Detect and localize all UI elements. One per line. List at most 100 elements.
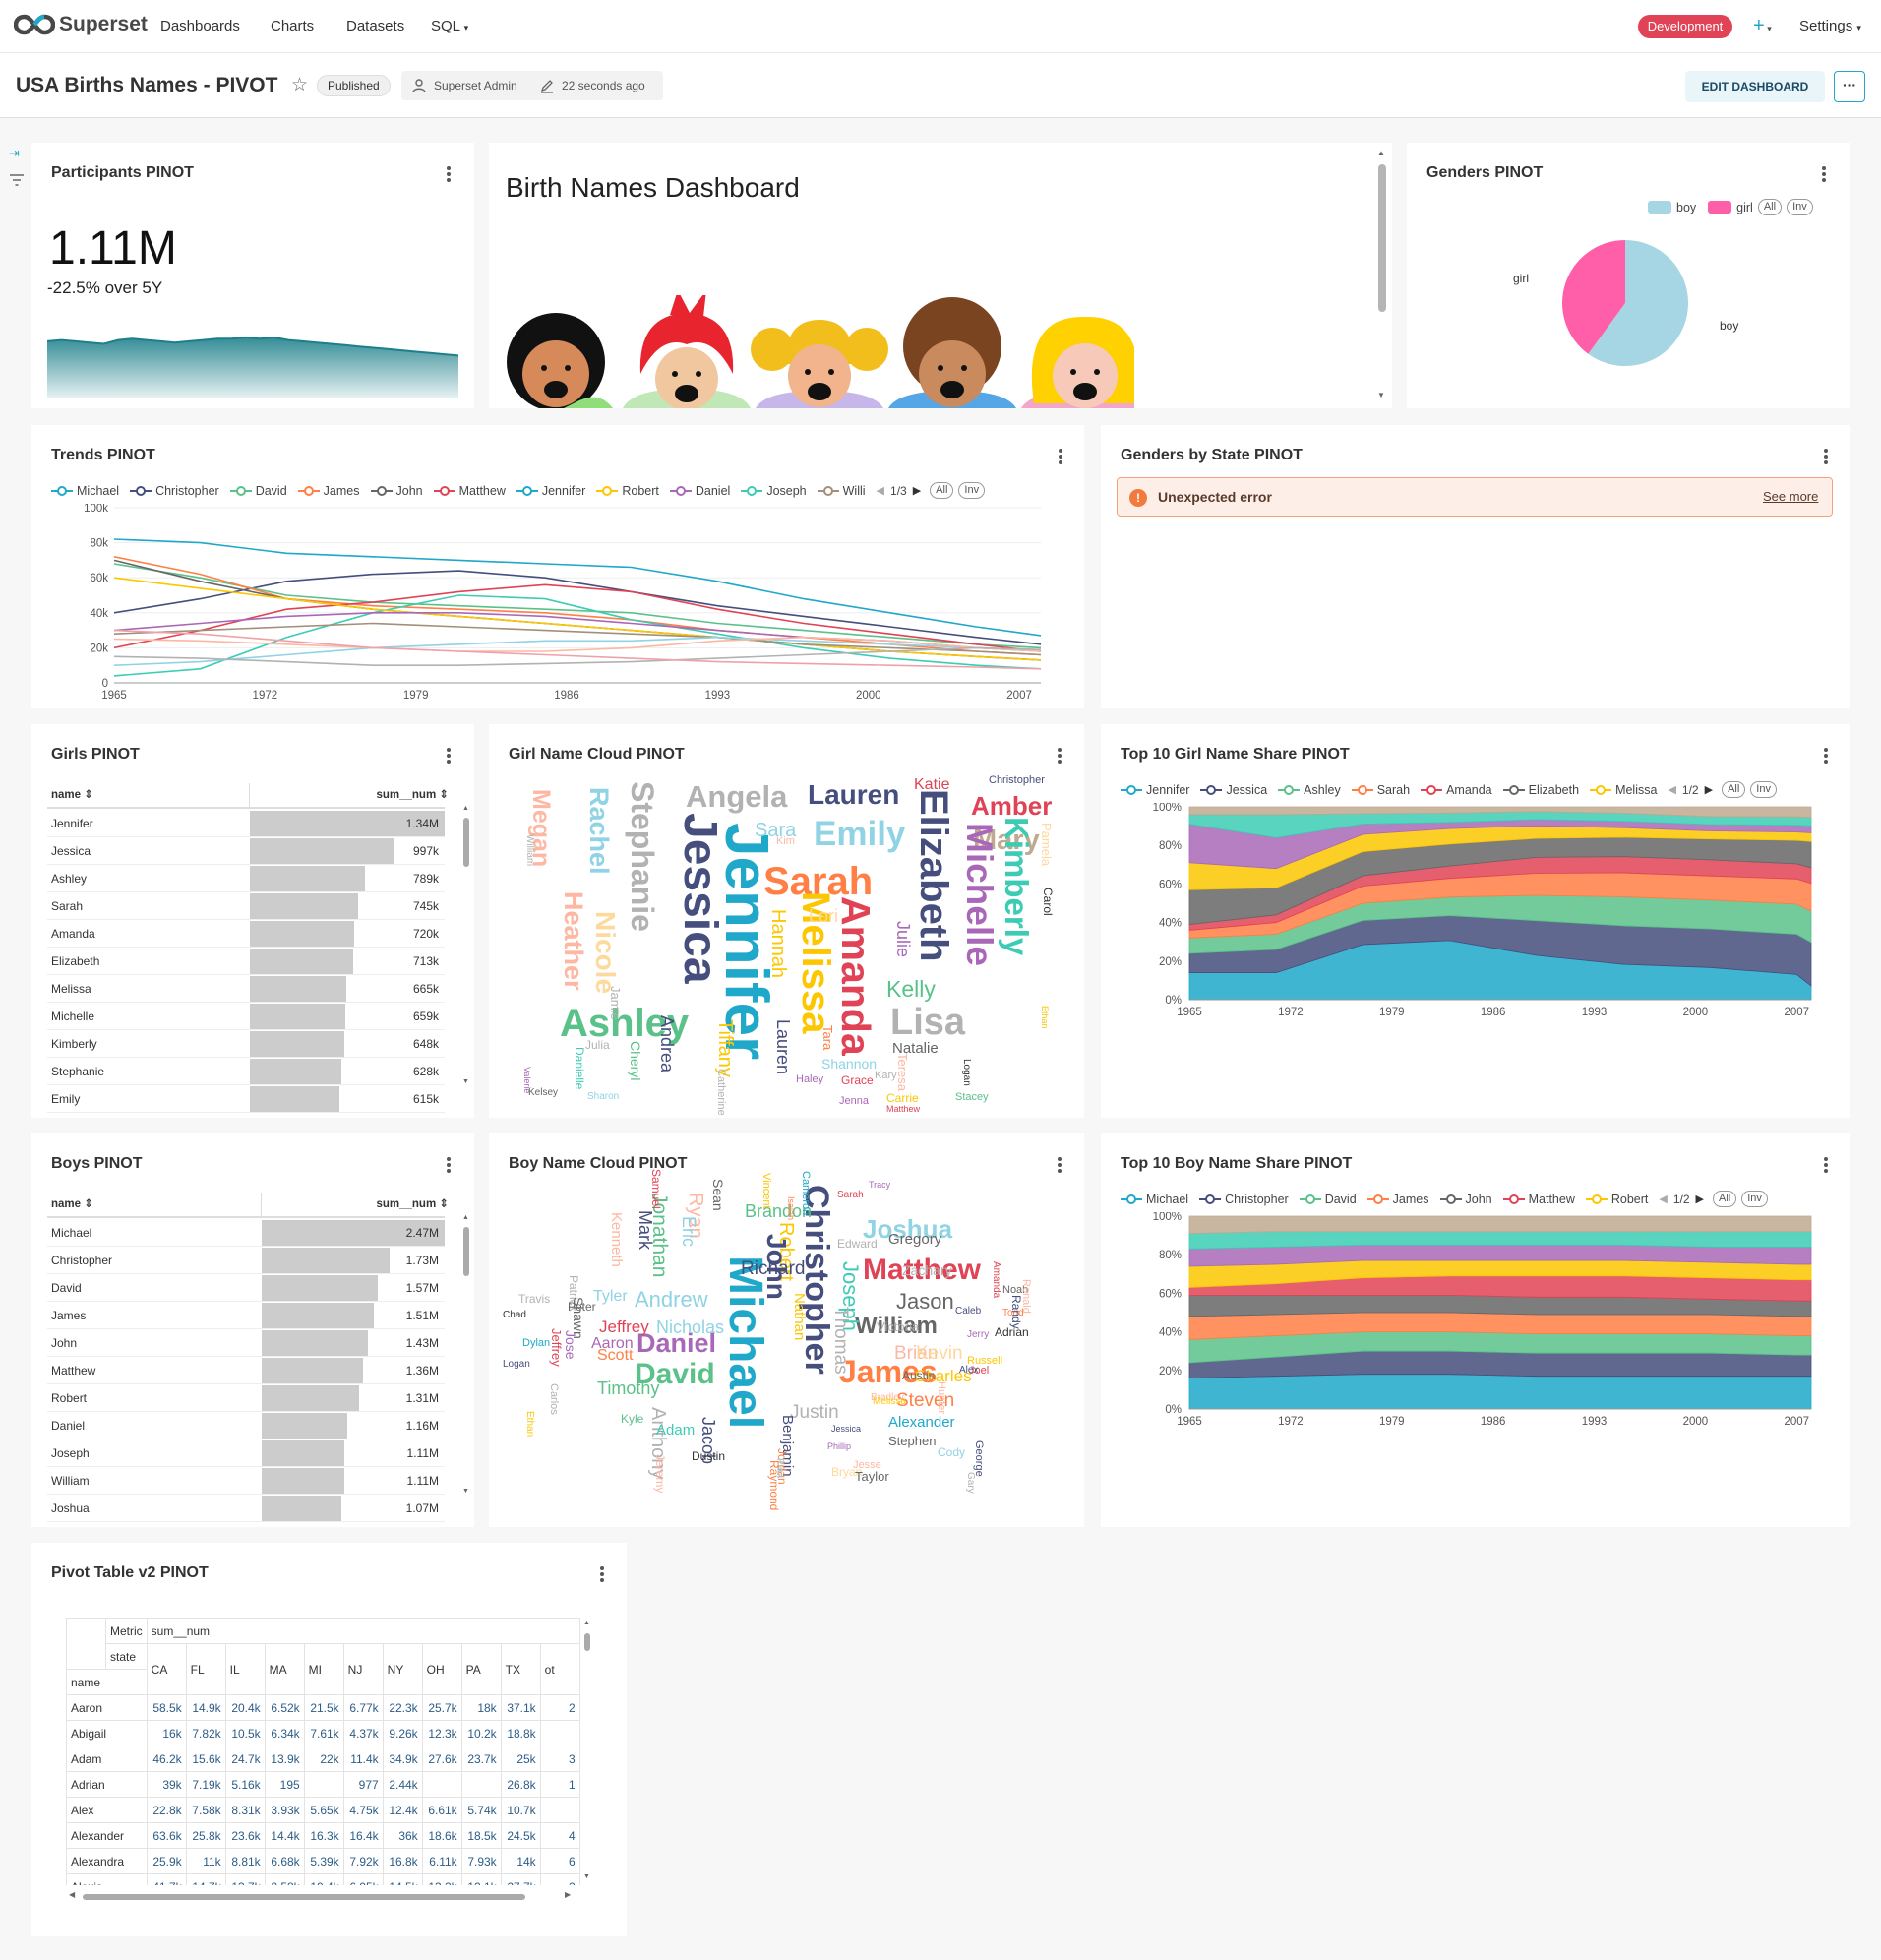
table-row[interactable]: Jessica 997k [47, 837, 445, 865]
chart-menu-icon[interactable] [1824, 748, 1828, 764]
legend-item-michael[interactable]: Michael [51, 484, 119, 498]
scroll-down-icon[interactable]: ▼ [1377, 391, 1385, 399]
pivot-col-pa[interactable]: PA [460, 1643, 502, 1695]
brand-name[interactable]: Superset [59, 13, 148, 36]
chart-menu-icon[interactable] [1059, 449, 1062, 464]
table-row[interactable]: Michelle 659k [47, 1003, 445, 1030]
table-scrollbar[interactable] [463, 1227, 469, 1276]
legend-item-jennifer[interactable]: Jennifer [1121, 783, 1189, 797]
nav-dashboards[interactable]: Dashboards [160, 18, 240, 34]
legend-next-icon[interactable]: ▶ [1696, 1193, 1704, 1205]
pivot-col-il[interactable]: IL [224, 1643, 266, 1695]
chart-menu-icon[interactable] [447, 748, 451, 764]
legend-item-christopher[interactable]: Christopher [1199, 1193, 1289, 1206]
table-row[interactable]: Kimberly 648k [47, 1030, 445, 1058]
scroll-up-icon[interactable]: ▲ [462, 805, 469, 812]
table-row[interactable]: Ashley 789k [47, 865, 445, 892]
legend-item-sarah[interactable]: Sarah [1351, 783, 1410, 797]
legend-item-david[interactable]: David [229, 484, 287, 498]
column-header-name[interactable]: name ⇕ [51, 1196, 93, 1210]
table-row[interactable]: Elizabeth 713k [47, 948, 445, 975]
legend-item-jennifer[interactable]: Jennifer [516, 484, 585, 498]
superset-logo-icon[interactable] [13, 13, 56, 36]
table-row[interactable]: John 1.43M [47, 1329, 445, 1357]
table-row[interactable]: Sarah 745k [47, 892, 445, 920]
filter-icon[interactable] [10, 173, 24, 186]
chart-menu-icon[interactable] [447, 1157, 451, 1173]
pivot-horizontal-scrollbar[interactable] [83, 1894, 525, 1900]
legend-select-all-button[interactable]: All [1713, 1191, 1737, 1207]
edit-dashboard-button[interactable]: EDIT DASHBOARD [1685, 71, 1825, 102]
table-row[interactable]: Matthew 1.36M [47, 1357, 445, 1384]
legend-select-all-button[interactable]: All [930, 482, 954, 499]
table-scrollbar[interactable] [463, 818, 469, 867]
legend-item-willi[interactable]: Willi [817, 484, 866, 498]
pivot-vertical-scrollbar[interactable] [584, 1633, 590, 1651]
column-header-sum-num[interactable]: sum__num ⇕ [376, 1196, 449, 1210]
pivot-row[interactable]: Alex 22.8k 7.58k 8.31k 3.93k 5.65k 4.75k 12.4k 6… [66, 1797, 580, 1823]
chart-menu-icon[interactable] [1822, 166, 1826, 182]
legend-item-michael[interactable]: Michael [1121, 1193, 1188, 1206]
nav-charts[interactable]: Charts [271, 18, 314, 34]
dashboard-title[interactable]: USA Births Names - PIVOT [16, 74, 277, 97]
legend-item-christopher[interactable]: Christopher [130, 484, 219, 498]
legend-item-daniel[interactable]: Daniel [669, 484, 730, 498]
scroll-down-icon[interactable]: ▼ [462, 1078, 469, 1085]
more-options-button[interactable]: ··· [1834, 71, 1865, 102]
legend-item-robert[interactable]: Robert [596, 484, 659, 498]
legend-item-matthew[interactable]: Matthew [433, 484, 506, 498]
markdown-scrollbar[interactable] [1378, 164, 1386, 312]
legend-next-icon[interactable]: ▶ [1705, 783, 1713, 796]
legend-prev-icon[interactable]: ◀ [877, 484, 884, 497]
table-row[interactable]: William 1.11M [47, 1467, 445, 1495]
legend-invert-button[interactable]: Inv [1750, 781, 1777, 798]
legend-item-john[interactable]: John [1439, 1193, 1492, 1206]
legend-invert-button[interactable]: Inv [958, 482, 986, 499]
chart-menu-icon[interactable] [447, 166, 451, 182]
legend-prev-icon[interactable]: ◀ [1659, 1193, 1667, 1205]
expand-filters-icon[interactable]: ⇥ [9, 146, 20, 161]
scroll-left-icon[interactable]: ◀ [69, 1890, 75, 1899]
table-row[interactable]: James 1.51M [47, 1302, 445, 1329]
plus-menu[interactable]: + ▾ [1753, 14, 1772, 40]
table-row[interactable]: Christopher 1.73M [47, 1247, 445, 1274]
pivot-col-ot[interactable]: ot [539, 1643, 580, 1695]
scroll-down-icon[interactable]: ▼ [462, 1488, 469, 1495]
chart-menu-icon[interactable] [1824, 449, 1828, 464]
legend-item-ashley[interactable]: Ashley [1278, 783, 1341, 797]
pivot-row[interactable]: Aaron 58.5k 14.9k 20.4k 6.52k 21.5k 6.77k 22.3k… [66, 1694, 580, 1721]
table-row[interactable]: Daniel 1.16M [47, 1412, 445, 1439]
scroll-up-icon[interactable]: ▲ [1377, 149, 1385, 157]
published-badge[interactable]: Published [317, 75, 391, 96]
legend-item-james[interactable]: James [297, 484, 360, 498]
table-row[interactable]: Amanda 720k [47, 920, 445, 948]
pivot-row[interactable]: Alexandra 25.9k 11k 8.81k 6.68k 5.39k 7.92k 16.… [66, 1848, 580, 1874]
table-row[interactable]: Jennifer 1.34M [47, 810, 445, 837]
table-row[interactable]: Joshua 1.07M [47, 1495, 445, 1522]
pivot-row[interactable]: Adrian 39k 7.19k 5.16k 195 977 2.44k 26.8k 1 [66, 1771, 580, 1798]
legend-item-robert[interactable]: Robert [1585, 1193, 1648, 1206]
legend-next-icon[interactable]: ▶ [913, 484, 921, 497]
pivot-row[interactable]: Adam 46.2k 15.6k 24.7k 13.9k 22k 11.4k 34.9k 27.… [66, 1746, 580, 1772]
pivot-col-fl[interactable]: FL [185, 1643, 226, 1695]
table-row[interactable]: Melissa 665k [47, 975, 445, 1003]
pivot-col-ny[interactable]: NY [382, 1643, 423, 1695]
chart-menu-icon[interactable] [600, 1566, 604, 1582]
scroll-up-icon[interactable]: ▲ [583, 1620, 590, 1626]
legend-item-james[interactable]: James [1366, 1193, 1429, 1206]
legend-item-amanda[interactable]: Amanda [1421, 783, 1492, 797]
pivot-col-nj[interactable]: NJ [342, 1643, 384, 1695]
pivot-row[interactable]: Alexis41.7k14.7k13.7k3.58k10.4k6.95k14.5… [66, 1873, 580, 1885]
scroll-right-icon[interactable]: ▶ [565, 1890, 571, 1899]
legend-item-joseph[interactable]: Joseph [741, 484, 807, 498]
table-row[interactable]: Joseph 1.11M [47, 1439, 445, 1467]
favorite-star-icon[interactable]: ☆ [291, 74, 308, 96]
table-row[interactable]: Emily 615k [47, 1085, 445, 1113]
pivot-row[interactable]: Abigail 16k 7.82k 10.5k 6.34k 7.61k 4.37k 9.26k… [66, 1720, 580, 1746]
table-row[interactable]: Robert 1.31M [47, 1384, 445, 1412]
table-row[interactable]: Michael 2.47M [47, 1219, 445, 1247]
legend-item-david[interactable]: David [1299, 1193, 1357, 1206]
see-more-link[interactable]: See more [1763, 489, 1818, 504]
chart-menu-icon[interactable] [1824, 1157, 1828, 1173]
pivot-col-mi[interactable]: MI [303, 1643, 344, 1695]
